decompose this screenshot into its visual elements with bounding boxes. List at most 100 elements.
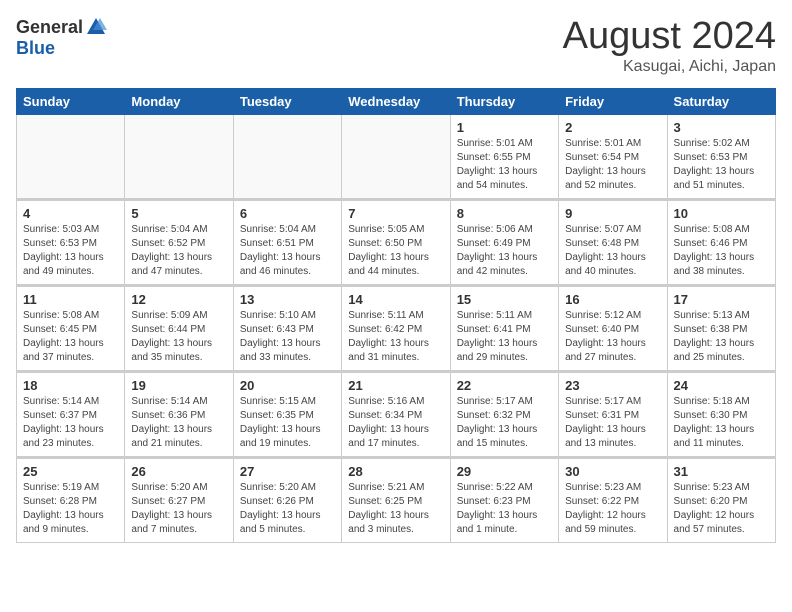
- day-number: 6: [240, 206, 335, 221]
- calendar-day: 14 Sunrise: 5:11 AM Sunset: 6:42 PM Dayli…: [342, 285, 450, 371]
- day-info: Sunrise: 5:20 AM Sunset: 6:27 PM Dayligh…: [131, 481, 226, 537]
- calendar-day: 28 Sunrise: 5:21 AM Sunset: 6:25 PM Dayli…: [342, 457, 450, 542]
- calendar-day: 11 Sunrise: 5:08 AM Sunset: 6:45 PM Dayli…: [17, 285, 125, 371]
- page-header: General Blue August 2024 Kasugai, Aichi,…: [16, 16, 776, 76]
- day-info: Sunrise: 5:20 AM Sunset: 6:26 PM Dayligh…: [240, 481, 335, 537]
- weekday-header-sunday: Sunday: [17, 88, 125, 114]
- day-number: 21: [348, 378, 443, 393]
- weekday-header-saturday: Saturday: [667, 88, 775, 114]
- weekday-header-tuesday: Tuesday: [233, 88, 341, 114]
- calendar-day: 1Sunrise: 5:01 AM Sunset: 6:55 PM Daylig…: [450, 114, 558, 199]
- calendar-week-2: 4Sunrise: 5:03 AM Sunset: 6:53 PM Daylig…: [17, 199, 776, 285]
- month-title: August 2024: [563, 16, 776, 58]
- day-info: Sunrise: 5:15 AM Sunset: 6:35 PM Dayligh…: [240, 395, 335, 451]
- calendar-day: 3 Sunrise: 5:02 AM Sunset: 6:53 PM Daylig…: [667, 114, 775, 199]
- day-info: Sunrise: 5:14 AM Sunset: 6:37 PM Dayligh…: [23, 395, 118, 451]
- day-number: 20: [240, 378, 335, 393]
- calendar-day: 15Sunrise: 5:11 AM Sunset: 6:41 PM Dayli…: [450, 285, 558, 371]
- calendar-day: 13 Sunrise: 5:10 AM Sunset: 6:43 PM Dayli…: [233, 285, 341, 371]
- weekday-header-thursday: Thursday: [450, 88, 558, 114]
- day-number: 2: [565, 120, 660, 135]
- day-info: Sunrise: 5:14 AM Sunset: 6:36 PM Dayligh…: [131, 395, 226, 451]
- day-number: 24: [674, 378, 769, 393]
- day-info: Sunrise: 5:01 AM Sunset: 6:54 PM Dayligh…: [565, 137, 660, 193]
- day-number: 7: [348, 206, 443, 221]
- calendar-day: 29 Sunrise: 5:22 AM Sunset: 6:23 PM Dayli…: [450, 457, 558, 542]
- calendar-day: 30 Sunrise: 5:23 AM Sunset: 6:22 PM Dayli…: [559, 457, 667, 542]
- calendar-day: 12 Sunrise: 5:09 AM Sunset: 6:44 PM Dayli…: [125, 285, 233, 371]
- calendar-week-4: 18 Sunrise: 5:14 AM Sunset: 6:37 PM Dayli…: [17, 371, 776, 457]
- day-number: 11: [23, 292, 118, 307]
- day-number: 15: [457, 292, 552, 307]
- day-info: Sunrise: 5:19 AM Sunset: 6:28 PM Dayligh…: [23, 481, 118, 537]
- logo-icon: [85, 16, 107, 38]
- day-number: 29: [457, 464, 552, 479]
- day-info: Sunrise: 5:21 AM Sunset: 6:25 PM Dayligh…: [348, 481, 443, 537]
- day-info: Sunrise: 5:10 AM Sunset: 6:43 PM Dayligh…: [240, 309, 335, 365]
- calendar-day: 25 Sunrise: 5:19 AM Sunset: 6:28 PM Dayli…: [17, 457, 125, 542]
- day-number: 1: [457, 120, 552, 135]
- day-number: 9: [565, 206, 660, 221]
- calendar-day: [125, 114, 233, 199]
- day-info: Sunrise: 5:22 AM Sunset: 6:23 PM Dayligh…: [457, 481, 552, 537]
- day-number: 26: [131, 464, 226, 479]
- day-number: 18: [23, 378, 118, 393]
- day-number: 8: [457, 206, 552, 221]
- calendar-day: 8 Sunrise: 5:06 AM Sunset: 6:49 PM Daylig…: [450, 199, 558, 285]
- calendar-day: 4Sunrise: 5:03 AM Sunset: 6:53 PM Daylig…: [17, 199, 125, 285]
- day-info: Sunrise: 5:02 AM Sunset: 6:53 PM Dayligh…: [674, 137, 769, 193]
- day-info: Sunrise: 5:17 AM Sunset: 6:32 PM Dayligh…: [457, 395, 552, 451]
- calendar-day: 9 Sunrise: 5:07 AM Sunset: 6:48 PM Daylig…: [559, 199, 667, 285]
- day-number: 14: [348, 292, 443, 307]
- calendar-day: 5 Sunrise: 5:04 AM Sunset: 6:52 PM Daylig…: [125, 199, 233, 285]
- calendar-table: SundayMondayTuesdayWednesdayThursdayFrid…: [16, 88, 776, 543]
- title-block: August 2024 Kasugai, Aichi, Japan: [563, 16, 776, 76]
- calendar-day: 10Sunrise: 5:08 AM Sunset: 6:46 PM Dayli…: [667, 199, 775, 285]
- day-number: 22: [457, 378, 552, 393]
- calendar-week-3: 11 Sunrise: 5:08 AM Sunset: 6:45 PM Dayli…: [17, 285, 776, 371]
- logo-blue-text: Blue: [16, 38, 55, 59]
- calendar-day: 23 Sunrise: 5:17 AM Sunset: 6:31 PM Dayli…: [559, 371, 667, 457]
- weekday-header-row: SundayMondayTuesdayWednesdayThursdayFrid…: [17, 88, 776, 114]
- calendar-day: 21 Sunrise: 5:16 AM Sunset: 6:34 PM Dayli…: [342, 371, 450, 457]
- day-number: 30: [565, 464, 660, 479]
- day-info: Sunrise: 5:03 AM Sunset: 6:53 PM Dayligh…: [23, 223, 118, 279]
- calendar-day: 7Sunrise: 5:05 AM Sunset: 6:50 PM Daylig…: [342, 199, 450, 285]
- calendar-day: 2 Sunrise: 5:01 AM Sunset: 6:54 PM Daylig…: [559, 114, 667, 199]
- day-info: Sunrise: 5:08 AM Sunset: 6:46 PM Dayligh…: [674, 223, 769, 279]
- day-number: 23: [565, 378, 660, 393]
- calendar-day: 19Sunrise: 5:14 AM Sunset: 6:36 PM Dayli…: [125, 371, 233, 457]
- logo: General Blue: [16, 16, 107, 59]
- day-info: Sunrise: 5:11 AM Sunset: 6:42 PM Dayligh…: [348, 309, 443, 365]
- calendar-day: 20 Sunrise: 5:15 AM Sunset: 6:35 PM Dayli…: [233, 371, 341, 457]
- day-info: Sunrise: 5:09 AM Sunset: 6:44 PM Dayligh…: [131, 309, 226, 365]
- calendar-day: 17 Sunrise: 5:13 AM Sunset: 6:38 PM Dayli…: [667, 285, 775, 371]
- day-info: Sunrise: 5:17 AM Sunset: 6:31 PM Dayligh…: [565, 395, 660, 451]
- day-info: Sunrise: 5:18 AM Sunset: 6:30 PM Dayligh…: [674, 395, 769, 451]
- day-number: 3: [674, 120, 769, 135]
- day-info: Sunrise: 5:04 AM Sunset: 6:52 PM Dayligh…: [131, 223, 226, 279]
- calendar-week-1: 1Sunrise: 5:01 AM Sunset: 6:55 PM Daylig…: [17, 114, 776, 199]
- day-number: 12: [131, 292, 226, 307]
- day-info: Sunrise: 5:06 AM Sunset: 6:49 PM Dayligh…: [457, 223, 552, 279]
- calendar-day: 16Sunrise: 5:12 AM Sunset: 6:40 PM Dayli…: [559, 285, 667, 371]
- day-number: 16: [565, 292, 660, 307]
- calendar-day: 27 Sunrise: 5:20 AM Sunset: 6:26 PM Dayli…: [233, 457, 341, 542]
- day-number: 13: [240, 292, 335, 307]
- day-number: 5: [131, 206, 226, 221]
- day-info: Sunrise: 5:23 AM Sunset: 6:22 PM Dayligh…: [565, 481, 660, 537]
- day-info: Sunrise: 5:08 AM Sunset: 6:45 PM Dayligh…: [23, 309, 118, 365]
- day-number: 28: [348, 464, 443, 479]
- day-number: 25: [23, 464, 118, 479]
- calendar-day: 22 Sunrise: 5:17 AM Sunset: 6:32 PM Dayli…: [450, 371, 558, 457]
- day-info: Sunrise: 5:13 AM Sunset: 6:38 PM Dayligh…: [674, 309, 769, 365]
- calendar-week-5: 25 Sunrise: 5:19 AM Sunset: 6:28 PM Dayli…: [17, 457, 776, 542]
- day-number: 27: [240, 464, 335, 479]
- calendar-day: 31Sunrise: 5:23 AM Sunset: 6:20 PM Dayli…: [667, 457, 775, 542]
- day-info: Sunrise: 5:23 AM Sunset: 6:20 PM Dayligh…: [674, 481, 769, 537]
- logo-general-text: General: [16, 17, 83, 38]
- day-number: 17: [674, 292, 769, 307]
- calendar-day: [342, 114, 450, 199]
- day-info: Sunrise: 5:07 AM Sunset: 6:48 PM Dayligh…: [565, 223, 660, 279]
- day-info: Sunrise: 5:16 AM Sunset: 6:34 PM Dayligh…: [348, 395, 443, 451]
